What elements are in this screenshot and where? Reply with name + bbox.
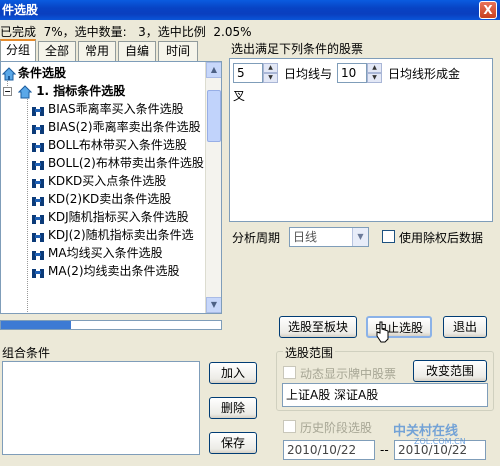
tree-item-label: BIAS乖离率买入条件选股 bbox=[48, 102, 184, 116]
binoculars-icon bbox=[31, 266, 45, 278]
history-checkbox[interactable] bbox=[283, 420, 296, 433]
tree-item[interactable]: KDJ(2)随机指标卖出条件选 bbox=[31, 226, 194, 244]
strategy-tree[interactable]: 条件选股 − 1. 指标条件选股 BIAS乖离率买入条件选股 BIAS(2)乖离… bbox=[0, 61, 222, 314]
tree-group[interactable]: − 1. 指标条件选股 bbox=[3, 82, 125, 100]
window-title: 件选股 bbox=[2, 3, 39, 17]
condition-label-1: 日均线与 bbox=[284, 67, 333, 81]
tab-all[interactable]: 全部 bbox=[38, 41, 76, 61]
tree-item[interactable]: BOLL(2)布林带卖出条件选股 bbox=[31, 154, 204, 172]
binoculars-icon bbox=[31, 212, 45, 224]
binoculars-icon bbox=[31, 176, 45, 188]
tab-custom[interactable]: 自编 bbox=[118, 41, 156, 61]
tree-group-label: 1. 指标条件选股 bbox=[36, 84, 126, 98]
tree-item-label: BOLL布林带买入条件选股 bbox=[48, 138, 187, 152]
combo-list[interactable] bbox=[2, 361, 200, 455]
tab-common[interactable]: 常用 bbox=[78, 41, 116, 61]
spin-up-icon[interactable]: ▲ bbox=[263, 63, 278, 73]
tree-item-label: KDJ(2)随机指标卖出条件选 bbox=[48, 228, 194, 242]
scroll-up-icon[interactable]: ▲ bbox=[206, 62, 221, 78]
cursor-icon bbox=[376, 321, 389, 343]
tree-root-label: 条件选股 bbox=[18, 66, 67, 80]
spin-down-icon[interactable]: ▼ bbox=[367, 73, 382, 83]
add-button[interactable]: 加入 bbox=[209, 362, 257, 384]
market-list: 上证A股 深证A股 bbox=[282, 383, 488, 407]
tab-group[interactable]: 分组 bbox=[0, 39, 36, 61]
scroll-down-icon[interactable]: ▼ bbox=[206, 297, 221, 313]
progress-fill bbox=[1, 321, 72, 329]
chevron-down-icon[interactable]: ▼ bbox=[352, 228, 368, 246]
title-bar: 件选股 X bbox=[0, 0, 500, 20]
spin-down-icon[interactable]: ▼ bbox=[263, 73, 278, 83]
tree-item-label: KDKD买入点条件选股 bbox=[48, 174, 167, 188]
binoculars-icon bbox=[31, 158, 45, 170]
tree-item-label: BOLL(2)布林带卖出条件选股 bbox=[48, 156, 204, 170]
exit-button[interactable]: 退出 bbox=[443, 316, 487, 338]
condition-label-wrap: 叉 bbox=[233, 89, 246, 103]
spin-up-icon[interactable]: ▲ bbox=[367, 63, 382, 73]
ma-short-spinner[interactable]: ▲ ▼ bbox=[263, 63, 278, 83]
ma-short-input[interactable]: 5 bbox=[233, 63, 263, 83]
tree-item[interactable]: KDJ随机指标买入条件选股 bbox=[31, 208, 189, 226]
tree-line bbox=[27, 94, 28, 313]
period-value: 日线 bbox=[293, 230, 318, 244]
tree-item[interactable]: MA均线买入条件选股 bbox=[31, 244, 163, 262]
ma-long-input[interactable]: 10 bbox=[337, 63, 367, 83]
status-text: 已完成 7%，选中数量: 3，选中比例 2.05% bbox=[0, 25, 252, 39]
period-select[interactable]: 日线 ▼ bbox=[289, 227, 369, 247]
date-separator: -- bbox=[380, 443, 389, 457]
combo-label: 组合条件 bbox=[0, 344, 53, 361]
collapse-icon[interactable]: − bbox=[3, 87, 12, 96]
binoculars-icon bbox=[31, 230, 45, 242]
range-label: 选股范围 bbox=[283, 344, 336, 361]
watermark-sub: ZOL.COM.CN bbox=[414, 437, 466, 446]
change-range-button[interactable]: 改变范围 bbox=[413, 360, 487, 382]
date-from-input[interactable]: 2010/10/22 bbox=[283, 440, 375, 460]
tree-root[interactable]: 条件选股 bbox=[2, 64, 66, 82]
tree-item[interactable]: KDKD买入点条件选股 bbox=[31, 172, 166, 190]
tree-item-label: MA(2)均线卖出条件选股 bbox=[48, 264, 180, 278]
tree-scrollbar[interactable]: ▲ ▼ bbox=[205, 62, 221, 313]
home-icon bbox=[2, 66, 16, 80]
tree-item[interactable]: BIAS乖离率买入条件选股 bbox=[31, 100, 184, 118]
binoculars-icon bbox=[31, 104, 45, 116]
scroll-thumb[interactable] bbox=[207, 90, 221, 142]
delete-button[interactable]: 删除 bbox=[209, 397, 257, 419]
tree-item-label: KDJ随机指标买入条件选股 bbox=[48, 210, 189, 224]
tree-item-label: MA均线买入条件选股 bbox=[48, 246, 163, 260]
binoculars-icon bbox=[31, 248, 45, 260]
period-label: 分析周期 bbox=[232, 231, 281, 245]
progress-bar bbox=[0, 320, 222, 330]
close-button[interactable]: X bbox=[479, 1, 497, 19]
dynamic-checkbox[interactable] bbox=[283, 366, 296, 379]
tree-item[interactable]: KD(2)KD卖出条件选股 bbox=[31, 190, 171, 208]
history-label: 历史阶段选股 bbox=[300, 421, 373, 435]
condition-editor: 5 ▲ ▼ 日均线与 10 ▲ ▼ 日均线形成金 叉 bbox=[229, 58, 493, 222]
home-icon bbox=[18, 84, 33, 98]
adjust-label: 使用除权后数据 bbox=[399, 231, 484, 245]
tree-item[interactable]: BOLL布林带买入条件选股 bbox=[31, 136, 187, 154]
adjust-checkbox[interactable] bbox=[382, 230, 395, 243]
select-to-block-button[interactable]: 选股至板块 bbox=[279, 316, 357, 338]
save-button[interactable]: 保存 bbox=[209, 432, 257, 454]
condition-title: 选出满足下列条件的股票 bbox=[231, 42, 364, 56]
tree-item-label: KD(2)KD卖出条件选股 bbox=[48, 192, 172, 206]
binoculars-icon bbox=[31, 140, 45, 152]
tree-item[interactable]: BIAS(2)乖离率卖出条件选股 bbox=[31, 118, 201, 136]
ma-long-spinner[interactable]: ▲ ▼ bbox=[367, 63, 382, 83]
binoculars-icon bbox=[31, 194, 45, 206]
tree-item-label: BIAS(2)乖离率卖出条件选股 bbox=[48, 120, 201, 134]
dynamic-label: 动态显示牌中股票 bbox=[300, 367, 397, 381]
binoculars-icon bbox=[31, 122, 45, 134]
tab-time[interactable]: 时间 bbox=[158, 41, 198, 61]
condition-label-2: 日均线形成金 bbox=[388, 67, 461, 81]
tree-item[interactable]: MA(2)均线卖出条件选股 bbox=[31, 262, 180, 280]
